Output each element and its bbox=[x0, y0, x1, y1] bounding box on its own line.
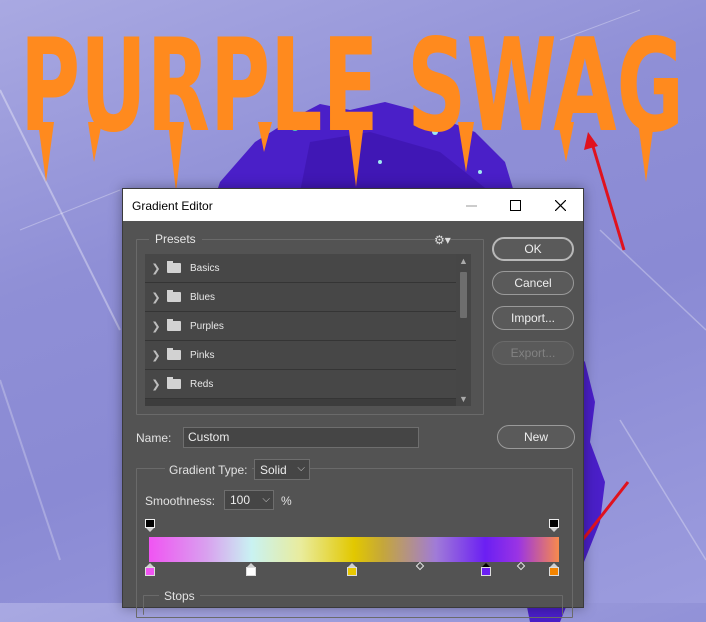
chevron-down-icon[interactable]: ⌵ bbox=[262, 494, 270, 505]
preset-folder-blues[interactable]: ❯ Blues bbox=[145, 283, 471, 312]
smoothness-input[interactable]: 100 ⌵ bbox=[224, 490, 274, 510]
preset-folder-label: Blues bbox=[190, 291, 216, 303]
preset-folder-label: Pinks bbox=[190, 349, 215, 361]
folder-icon bbox=[167, 348, 181, 360]
gradient-editor-dialog: Gradient Editor Presets ⚙▾ ❯ Basics ❯ Bl… bbox=[122, 188, 584, 618]
color-stop-5[interactable] bbox=[549, 563, 559, 576]
opacity-stop-left[interactable] bbox=[145, 519, 155, 532]
smoothness-unit: % bbox=[281, 494, 292, 508]
gradient-type-select[interactable]: Solid ⌵ bbox=[254, 459, 310, 480]
color-stop-swatch bbox=[347, 567, 357, 576]
folder-icon bbox=[167, 290, 181, 302]
maximize-button[interactable] bbox=[493, 189, 537, 221]
color-stop-swatch bbox=[481, 567, 491, 576]
color-stop-4[interactable] bbox=[481, 563, 491, 576]
chevron-right-icon[interactable]: ❯ bbox=[145, 291, 167, 304]
preset-folder-purples[interactable]: ❯ Purples bbox=[145, 312, 471, 341]
close-button[interactable] bbox=[538, 189, 582, 221]
gradient-type-value: Solid bbox=[260, 463, 287, 477]
chevron-right-icon[interactable]: ❯ bbox=[145, 378, 167, 391]
chevron-down-icon: ⌵ bbox=[297, 463, 305, 474]
chevron-right-icon[interactable]: ❯ bbox=[145, 320, 167, 333]
presets-label: Presets bbox=[149, 232, 202, 246]
minimize-icon bbox=[465, 205, 477, 206]
folder-icon bbox=[167, 261, 181, 273]
presets-list[interactable]: ❯ Basics ❯ Blues ❯ Purples ❯ Pinks ❯ Red… bbox=[145, 254, 471, 406]
cancel-button[interactable]: Cancel bbox=[492, 271, 574, 295]
scroll-down-icon[interactable]: ▼ bbox=[456, 392, 471, 406]
preset-folder-label: Basics bbox=[190, 262, 220, 274]
folder-icon bbox=[167, 377, 181, 389]
name-input[interactable]: Custom bbox=[183, 427, 419, 448]
import-button[interactable]: Import... bbox=[492, 306, 574, 330]
gradient-preview-bar[interactable] bbox=[149, 537, 559, 562]
preset-folder-label: Purples bbox=[190, 320, 224, 332]
folder-icon bbox=[167, 319, 181, 331]
new-button[interactable]: New bbox=[497, 425, 575, 449]
preset-folder-pinks[interactable]: ❯ Pinks bbox=[145, 341, 471, 370]
presets-scrollbar[interactable]: ▲ ▼ bbox=[456, 254, 471, 406]
smoothness-value: 100 bbox=[230, 493, 251, 507]
opacity-stop-right[interactable] bbox=[549, 519, 559, 532]
close-icon bbox=[554, 199, 566, 211]
color-stop-1[interactable] bbox=[145, 563, 155, 576]
color-stop-swatch bbox=[549, 567, 559, 576]
chevron-right-icon[interactable]: ❯ bbox=[145, 262, 167, 275]
color-stop-swatch bbox=[145, 567, 155, 576]
maximize-icon bbox=[509, 199, 521, 211]
export-button: Export... bbox=[492, 341, 574, 365]
chevron-right-icon[interactable]: ❯ bbox=[145, 349, 167, 362]
preset-folder-label: Reds bbox=[190, 378, 214, 390]
scroll-up-icon[interactable]: ▲ bbox=[456, 254, 471, 268]
scroll-thumb[interactable] bbox=[460, 272, 467, 318]
gradient-type-label: Gradient Type: bbox=[165, 463, 252, 477]
ok-button[interactable]: OK bbox=[492, 237, 574, 261]
smoothness-label: Smoothness: bbox=[145, 494, 216, 508]
preset-folder-basics[interactable]: ❯ Basics bbox=[145, 254, 471, 283]
gear-icon[interactable]: ⚙▾ bbox=[434, 233, 451, 247]
dialog-titlebar[interactable]: Gradient Editor bbox=[123, 189, 583, 221]
color-stop-2[interactable] bbox=[246, 563, 256, 576]
dialog-title: Gradient Editor bbox=[132, 199, 213, 213]
color-stop-swatch bbox=[246, 567, 256, 576]
color-stop-3[interactable] bbox=[347, 563, 357, 576]
name-label: Name: bbox=[136, 431, 172, 445]
stops-group bbox=[143, 595, 563, 615]
minimize-button[interactable] bbox=[449, 189, 493, 221]
stops-label: Stops bbox=[159, 589, 200, 603]
preset-folder-reds[interactable]: ❯ Reds bbox=[145, 370, 471, 399]
